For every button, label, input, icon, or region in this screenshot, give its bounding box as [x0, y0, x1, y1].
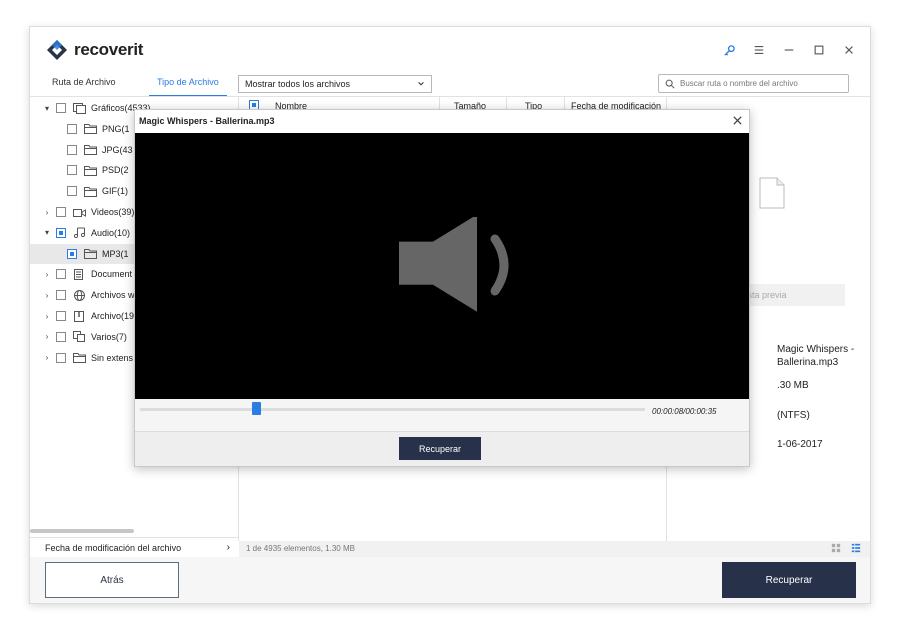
- tree-item-checkbox[interactable]: [56, 352, 66, 363]
- folder-icon: [84, 186, 97, 197]
- tree-item-checkbox[interactable]: [56, 207, 66, 217]
- tree-item-checkbox[interactable]: [67, 144, 77, 155]
- window-controls: [718, 39, 860, 61]
- playback-time: 00:00:08/00:00:35: [652, 407, 717, 416]
- date-filter[interactable]: Fecha de modificación del archivo ›: [30, 537, 238, 557]
- tree-item-label: Audio(10): [91, 227, 131, 238]
- tree-item-checkbox[interactable]: [56, 331, 66, 342]
- progress-track[interactable]: [140, 408, 645, 411]
- media-display: [135, 133, 749, 399]
- tab-file-type[interactable]: Tipo de Archivo: [149, 77, 227, 97]
- search-input[interactable]: Buscar ruta o nombre del archivo: [658, 74, 849, 93]
- caret-right-icon[interactable]: ›: [42, 291, 52, 300]
- tree-item-checkbox[interactable]: [56, 103, 66, 113]
- close-icon[interactable]: [838, 39, 860, 61]
- tree-item-label: Document: [91, 269, 133, 280]
- folder-icon: [84, 144, 97, 156]
- tree-item-label: Archivos w: [91, 290, 135, 301]
- document-icon: [73, 268, 86, 280]
- titlebar: recoverit: [30, 27, 870, 71]
- minimize-icon[interactable]: [778, 39, 800, 61]
- tree-item-label: MP3(1: [102, 248, 129, 259]
- app-name: recoverit: [74, 40, 144, 59]
- music-icon: [73, 227, 86, 239]
- folder-icon: [84, 165, 97, 176]
- video-icon: [73, 207, 86, 218]
- key-icon[interactable]: [718, 39, 740, 61]
- back-button[interactable]: Atrás: [45, 562, 179, 598]
- status-text: 1 de 4935 elementos, 1.30 MB: [246, 544, 355, 553]
- tree-item-label: GIF(1): [102, 186, 128, 197]
- archive-icon: [73, 310, 86, 322]
- dialog-title: Magic Whispers - Ballerina.mp3: [139, 116, 275, 126]
- tree-item-label: Varios(7): [91, 331, 127, 342]
- menu-icon[interactable]: [748, 39, 770, 61]
- tree-item-checkbox[interactable]: [56, 227, 66, 238]
- tree-item-label: Videos(39): [91, 207, 135, 217]
- speaker-icon: [399, 217, 509, 312]
- caret-right-icon[interactable]: ›: [42, 208, 52, 217]
- preview-file-size: .30 MB: [777, 380, 809, 391]
- caret-right-icon[interactable]: ›: [42, 312, 52, 321]
- preview-file-name-line1: Magic Whispers -: [777, 344, 855, 355]
- tree-item-checkbox[interactable]: [67, 248, 77, 259]
- search-placeholder: Buscar ruta o nombre del archivo: [680, 79, 798, 88]
- tree-item-label: PNG(1: [102, 123, 130, 134]
- status-bar: 1 de 4935 elementos, 1.30 MB: [239, 541, 870, 557]
- tree-item-checkbox[interactable]: [56, 311, 66, 321]
- filter-dropdown[interactable]: Mostrar todos los archivos: [238, 75, 432, 93]
- date-filter-label: Fecha de modificación del archivo: [45, 543, 182, 553]
- audio-preview-dialog: Magic Whispers - Ballerina.mp3 00:00:08/…: [134, 109, 750, 467]
- tree-item-label: Sin extens: [91, 352, 134, 363]
- caret-down-icon[interactable]: ▾: [42, 104, 52, 113]
- list-view-icon[interactable]: [851, 543, 861, 553]
- copy-icon: [73, 331, 86, 343]
- caret-right-icon[interactable]: ›: [42, 270, 52, 279]
- chevron-down-icon: [418, 82, 424, 86]
- dialog-recover-button[interactable]: Recuperar: [399, 437, 481, 460]
- view-tabs: Ruta de Archivo Tipo de Archivo: [30, 71, 240, 97]
- filter-dropdown-value: Mostrar todos los archivos: [245, 79, 351, 89]
- tree-item-checkbox[interactable]: [67, 123, 77, 134]
- recoverit-logo-icon: [47, 40, 67, 60]
- tree-item-label: PSD(2: [102, 165, 129, 176]
- preview-file-date: 1-06-2017: [777, 439, 823, 450]
- caret-right-icon[interactable]: ›: [42, 332, 52, 341]
- footer-bar: Atrás Recuperar: [30, 557, 870, 603]
- caret-right-icon[interactable]: ›: [42, 353, 52, 362]
- chevron-right-icon: ›: [226, 542, 230, 553]
- tab-file-path[interactable]: Ruta de Archivo: [44, 77, 124, 97]
- recover-button[interactable]: Recuperar: [722, 562, 856, 598]
- preview-file-name-line2: Ballerina.mp3: [777, 357, 839, 368]
- image-icon: [73, 102, 86, 114]
- maximize-icon[interactable]: [808, 39, 830, 61]
- tree-item-checkbox[interactable]: [56, 269, 66, 280]
- folder-icon: [73, 352, 86, 364]
- globe-icon: [73, 289, 86, 301]
- folder-icon: [84, 248, 97, 260]
- folder-icon: [84, 123, 97, 135]
- tree-item-label: Archivo(19: [91, 311, 135, 321]
- file-icon: [759, 177, 785, 209]
- dialog-close-icon[interactable]: [729, 112, 745, 128]
- tree-item-checkbox[interactable]: [67, 165, 77, 176]
- progress-thumb[interactable]: [252, 402, 262, 415]
- tree-item-checkbox[interactable]: [56, 290, 66, 301]
- preview-file-system: (NTFS): [777, 410, 810, 421]
- tree-item-label: JPG(43: [102, 144, 133, 155]
- grid-view-icon[interactable]: [831, 543, 841, 553]
- caret-down-icon[interactable]: ▾: [42, 228, 52, 237]
- tree-scrollbar[interactable]: [30, 529, 134, 533]
- view-mode-toggle: [831, 543, 861, 553]
- tree-item-checkbox[interactable]: [67, 186, 77, 197]
- search-icon: [665, 79, 675, 89]
- app-logo: recoverit: [46, 39, 143, 61]
